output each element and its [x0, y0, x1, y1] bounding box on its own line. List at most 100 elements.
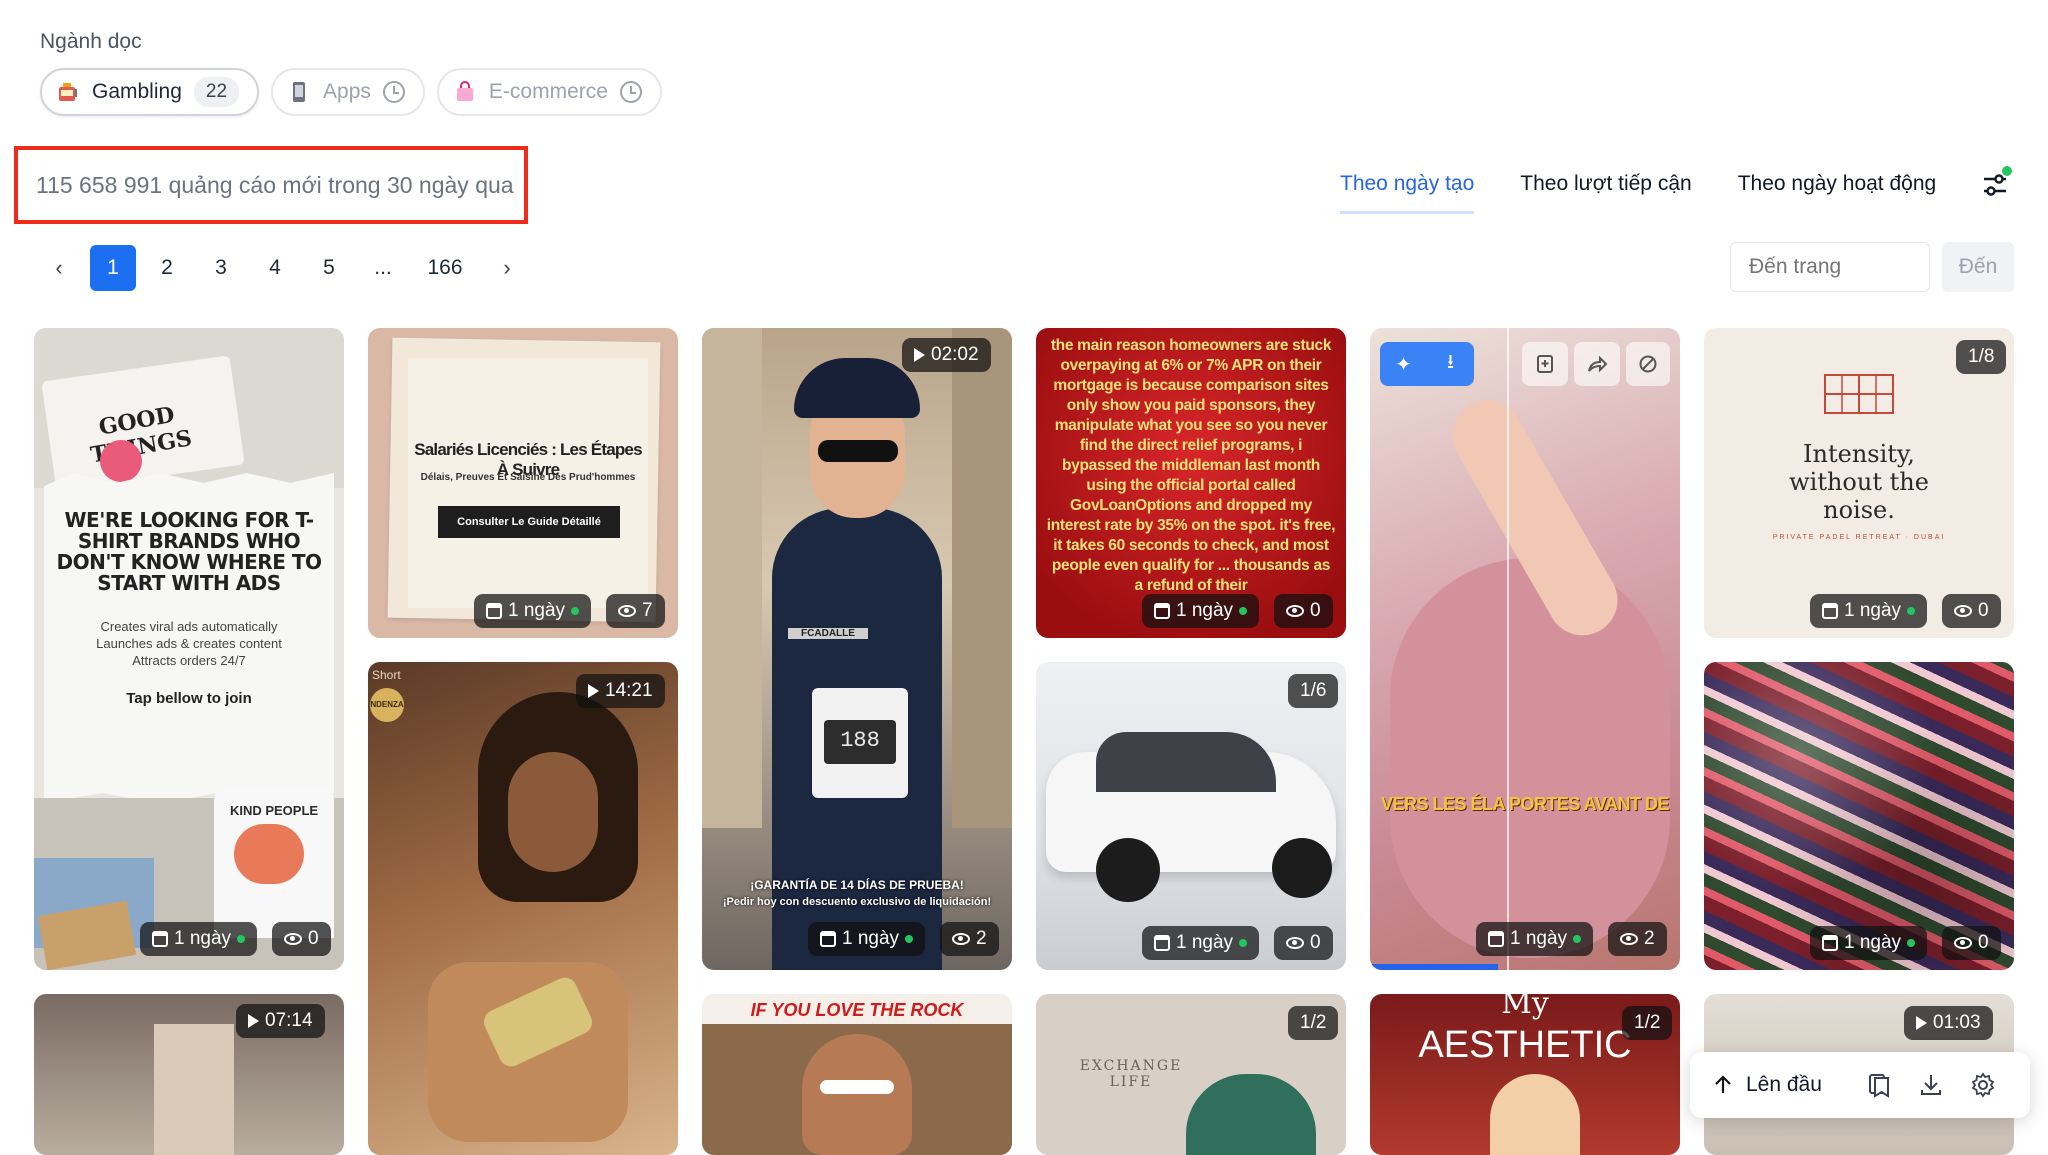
views-count: 2 — [1644, 928, 1655, 949]
calendar-icon — [152, 931, 168, 947]
age-badge: 1 ngày — [474, 594, 592, 628]
age-badge: 1 ngày — [140, 922, 258, 956]
duration-text: 14:21 — [605, 680, 653, 701]
age-text: 1 ngày — [174, 928, 232, 949]
next-page-button[interactable]: › — [484, 245, 530, 291]
views-badge: 2 — [1608, 922, 1667, 956]
views-count: 0 — [308, 928, 319, 949]
age-text: 1 ngày — [1844, 932, 1902, 953]
calendar-icon — [1488, 931, 1504, 947]
goto-page-button[interactable]: Đến — [1942, 242, 2014, 292]
chevron-right-icon: › — [503, 255, 511, 280]
filter-active-dot — [2002, 166, 2012, 176]
active-dot — [1239, 607, 1248, 615]
views-badge: 0 — [1942, 594, 2001, 628]
calendar-icon — [1154, 603, 1170, 619]
duration-badge: 02:02 — [902, 338, 991, 372]
ad-card[interactable]: ✦ ⭳ VERS LES ÉLA PORTES AVANT DE 1 ngày … — [1370, 328, 1680, 970]
prev-page-button[interactable]: ‹ — [36, 245, 82, 291]
ad-card[interactable]: GOOD THINGS WE'RE LOOKING FOR T-SHIRT BR… — [34, 328, 344, 970]
duration-badge: 07:14 — [236, 1004, 325, 1038]
promo-text: ¡Pedir hoy con descuento exclusivo de li… — [722, 896, 992, 908]
eye-icon — [284, 933, 302, 945]
age-text: 1 ngày — [1844, 600, 1902, 621]
video-caption: VERS LES ÉLA PORTES AVANT DE — [1380, 794, 1670, 814]
eye-icon — [1286, 937, 1304, 949]
sort-tabs: Theo ngày tạo Theo lượt tiếp cận Theo ng… — [1340, 172, 1936, 214]
ad-cta-button: Consulter Le Guide Détaillé — [438, 506, 620, 538]
ad-card[interactable]: the main reason homeowners are stuck ove… — [1036, 328, 1346, 638]
calendar-icon — [1822, 603, 1838, 619]
age-badge: 1 ngày — [1810, 926, 1928, 960]
play-icon — [1916, 1016, 1927, 1030]
age-badge: 1 ngày — [808, 922, 926, 956]
ad-card[interactable]: Salariés Licenciés : Les Étapes À Suivre… — [368, 328, 678, 638]
brand-logo-text: EXCHANGE LIFE — [1079, 1058, 1183, 1090]
age-text: 1 ngày — [1510, 928, 1568, 949]
ad-card[interactable]: 1/6 1 ngày 0 — [1036, 662, 1346, 970]
views-count: 0 — [1310, 932, 1321, 953]
chip-ecommerce[interactable]: E-commerce — [436, 68, 662, 116]
chip-gambling[interactable]: Gambling 22 — [40, 68, 260, 116]
chip-apps[interactable]: Apps — [271, 68, 425, 116]
ad-card[interactable]: Intensity, without the noise. PRIVATE PA… — [1704, 328, 2014, 638]
sparkle-icon[interactable]: ✦ — [1380, 342, 1427, 386]
eye-icon — [1954, 937, 1972, 949]
duration-text: 01:03 — [1933, 1012, 1981, 1033]
page-button[interactable]: 5 — [306, 245, 352, 291]
play-icon — [588, 684, 599, 698]
image-counter: 1/8 — [1956, 340, 2007, 374]
page-ellipsis: ... — [374, 256, 392, 279]
age-text: 1 ngày — [508, 600, 566, 621]
ad-cta-text: Tap bellow to join — [126, 690, 252, 707]
badge-name-text: FCADALLE — [788, 628, 868, 639]
calendar-icon — [1822, 935, 1838, 951]
arrow-up-icon — [1715, 1075, 1731, 1093]
page-button[interactable]: 1 — [90, 245, 136, 291]
ad-body-text: the main reason homeowners are stuck ove… — [1046, 337, 1336, 594]
ad-card[interactable]: 1 ngày 0 — [1704, 662, 2014, 970]
saved-ads-button[interactable] — [1864, 1070, 1894, 1100]
age-badge: 1 ngày — [1810, 594, 1928, 628]
ad-card[interactable]: FCADALLE 188 ¡GARANTÍA DE 14 DÍAS DE PRU… — [702, 328, 1012, 970]
bookmark-icon[interactable] — [1522, 342, 1568, 386]
settings-button[interactable] — [1968, 1070, 1998, 1100]
ad-card[interactable]: Short NDENZA 14:21 — [368, 662, 678, 1155]
active-dot — [905, 935, 914, 943]
image-counter: 1/2 — [1288, 1006, 1339, 1040]
page-button[interactable]: 3 — [198, 245, 244, 291]
download-icon — [1920, 1075, 1941, 1095]
age-badge: 1 ngày — [1142, 926, 1260, 960]
tab-sort-created[interactable]: Theo ngày tạo — [1340, 172, 1475, 214]
views-badge: 0 — [1274, 926, 1333, 960]
floating-action-bar: Lên đầu — [1690, 1052, 2030, 1118]
ad-card[interactable]: EXCHANGE LIFE 1/2 — [1036, 994, 1346, 1155]
page-button[interactable]: 4 — [252, 245, 298, 291]
download-button[interactable] — [1916, 1070, 1946, 1100]
active-dot — [1573, 935, 1582, 943]
chevron-left-icon: ‹ — [55, 255, 63, 280]
active-dot — [1907, 607, 1916, 615]
page-button[interactable]: 2 — [144, 245, 190, 291]
scroll-top-button[interactable]: Lên đầu — [1712, 1073, 1822, 1097]
image-counter: 1/2 — [1622, 1006, 1673, 1040]
goto-page-input[interactable] — [1730, 242, 1930, 292]
ad-card[interactable]: 07:14 — [34, 994, 344, 1155]
share-icon[interactable] — [1574, 342, 1620, 386]
age-badge: 1 ngày — [1142, 594, 1260, 628]
play-icon — [248, 1014, 259, 1028]
download-icon[interactable]: ⭳ — [1427, 342, 1474, 386]
ad-card[interactable]: My AESTHETIC 1/2 — [1370, 994, 1680, 1155]
filter-settings-button[interactable] — [1980, 166, 2012, 200]
views-badge: 0 — [1942, 926, 2001, 960]
ad-card[interactable]: IF YOU LOVE THE ROCK — [702, 994, 1012, 1155]
tab-sort-active[interactable]: Theo ngày hoạt động — [1738, 172, 1937, 214]
active-dot — [237, 935, 246, 943]
ad-subtitle: PRIVATE PADEL RETREAT · DUBAI — [1772, 534, 1946, 541]
tab-sort-reach[interactable]: Theo lượt tiếp cận — [1520, 172, 1691, 214]
chip-label: Gambling — [92, 80, 182, 103]
block-icon[interactable] — [1626, 342, 1670, 386]
views-count: 0 — [1978, 932, 1989, 953]
views-badge: 2 — [940, 922, 999, 956]
page-button[interactable]: 166 — [414, 245, 476, 291]
